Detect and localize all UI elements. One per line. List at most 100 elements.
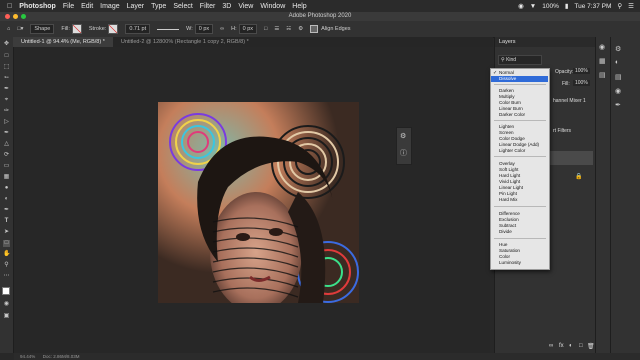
blend-hard-light[interactable]: Hard Light xyxy=(499,173,520,179)
path-operations-icon[interactable]: □ xyxy=(264,26,267,32)
settings-gear-icon[interactable]: ⚙ xyxy=(298,26,303,32)
menu-filter[interactable]: Filter xyxy=(200,3,216,10)
doc-size[interactable]: Doc: 2.86M/8.03M xyxy=(43,354,80,359)
blend-color[interactable]: Color xyxy=(499,254,510,260)
screen-mode-icon[interactable]: ▣ xyxy=(3,313,10,320)
info-icon[interactable]: ⓘ xyxy=(400,148,407,158)
clone-stamp-icon[interactable]: △ xyxy=(3,141,10,148)
opacity-field[interactable]: 100% xyxy=(573,68,590,74)
path-selection-icon[interactable]: ➤ xyxy=(3,229,10,236)
layer-name-channel-mixer[interactable]: hannel Mixer 1 xyxy=(553,98,586,104)
path-alignment-icon[interactable]: ☰ xyxy=(274,26,279,32)
menu-image[interactable]: Image xyxy=(100,3,119,10)
tab-untitled-2[interactable]: Untitled-2 @ 12800% (Rectangle 1 copy 2,… xyxy=(113,37,257,47)
pen-tool-icon[interactable]: ✒ xyxy=(3,207,10,214)
blend-lighter-color[interactable]: Lighter Color xyxy=(499,148,525,154)
hand-tool-icon[interactable]: ✋ xyxy=(3,251,10,258)
lasso-tool-icon[interactable]: ➳ xyxy=(3,75,10,82)
menu-3d[interactable]: 3D xyxy=(222,3,231,10)
link-layers-icon[interactable]: ∞ xyxy=(549,343,553,349)
kind-filter-select[interactable]: ⚲ Kind xyxy=(498,55,542,65)
blend-hue[interactable]: Hue xyxy=(499,242,507,248)
menu-layer[interactable]: Layer xyxy=(127,3,145,10)
zoom-window-button[interactable] xyxy=(21,14,26,19)
blend-color-dodge[interactable]: Color Dodge xyxy=(499,136,525,142)
layer-name-smart-filters[interactable]: rt Filters xyxy=(553,128,571,134)
menu-file[interactable]: File xyxy=(63,3,74,10)
eyedropper-tool-icon[interactable]: ✑ xyxy=(3,108,10,115)
healing-brush-icon[interactable]: ▷ xyxy=(3,119,10,126)
record-icon[interactable]: ◉ xyxy=(518,2,524,10)
blend-color-burn[interactable]: Color Burn xyxy=(499,100,521,106)
swatches-panel-icon[interactable]: ▦ xyxy=(599,57,606,65)
adjustments-icon[interactable]: ◐ xyxy=(615,59,619,66)
blend-pin-light[interactable]: Pin Light xyxy=(499,191,517,197)
selected-layer-row[interactable] xyxy=(548,151,593,165)
properties-icon[interactable]: ⚙ xyxy=(615,45,621,53)
wifi-icon[interactable]: ▼ xyxy=(530,3,536,10)
height-field[interactable]: 0 px xyxy=(238,24,258,34)
edit-toolbar-icon[interactable]: ⋯ xyxy=(3,273,10,280)
quick-mask-icon[interactable]: ◉ xyxy=(3,301,10,308)
document-image[interactable] xyxy=(158,102,359,303)
path-arrangement-icon[interactable]: ☵ xyxy=(286,26,291,32)
blend-exclusion[interactable]: Exclusion xyxy=(499,217,519,223)
lock-icon[interactable]: 🔒 xyxy=(575,173,582,180)
blend-luminosity[interactable]: Luminosity xyxy=(499,260,521,266)
type-tool-icon[interactable]: T xyxy=(3,218,10,225)
color-panel-icon[interactable]: ◉ xyxy=(599,43,605,51)
menu-view[interactable]: View xyxy=(238,3,253,10)
align-edges-checkbox[interactable] xyxy=(310,25,319,33)
blend-linear-light[interactable]: Linear Light xyxy=(499,185,523,191)
battery-icon[interactable]: ▮ xyxy=(565,2,569,10)
trash-icon[interactable]: 🗑 xyxy=(587,343,595,350)
blend-screen[interactable]: Screen xyxy=(499,130,514,136)
blend-soft-light[interactable]: Soft Light xyxy=(499,167,518,173)
blur-tool-icon[interactable]: ● xyxy=(3,185,10,192)
tool-preset-icon[interactable]: □▾ xyxy=(17,26,23,32)
apple-icon[interactable]:  xyxy=(7,3,12,10)
history-brush-icon[interactable]: ⟳ xyxy=(3,152,10,159)
marquee-tool-icon[interactable]: ⬚ xyxy=(3,64,10,71)
blend-linear-burn[interactable]: Linear Burn xyxy=(499,106,523,112)
menu-select[interactable]: Select xyxy=(173,3,192,10)
zoom-level[interactable]: 94.44% xyxy=(20,354,35,359)
gradients-panel-icon[interactable]: ▤ xyxy=(599,71,606,79)
width-field[interactable]: 0 px xyxy=(194,24,214,34)
quick-select-tool-icon[interactable]: ✒ xyxy=(3,86,10,93)
crop-tool-icon[interactable]: ⌖ xyxy=(3,97,10,104)
menu-list-icon[interactable]: ☰ xyxy=(628,2,634,10)
link-icon[interactable]: ∞ xyxy=(220,26,224,32)
blend-divide[interactable]: Divide xyxy=(499,229,512,235)
blend-linear-dodge[interactable]: Linear Dodge (Add) xyxy=(499,142,539,148)
blend-overlay[interactable]: Overlay xyxy=(499,161,515,167)
eraser-tool-icon[interactable]: ▭ xyxy=(3,163,10,170)
stroke-swatch[interactable] xyxy=(108,24,119,34)
menu-window[interactable]: Window xyxy=(260,3,285,10)
blend-normal[interactable]: Normal xyxy=(499,70,514,76)
dodge-tool-icon[interactable]: ◐ xyxy=(3,196,10,203)
blend-hard-mix[interactable]: Hard Mix xyxy=(499,197,517,203)
search-icon[interactable]: ⚲ xyxy=(617,2,622,10)
artboard-tool-icon[interactable]: □ xyxy=(3,53,10,60)
menu-app-name[interactable]: Photoshop xyxy=(19,3,56,10)
fx-icon[interactable]: fx xyxy=(559,343,564,349)
libraries-icon[interactable]: ▤ xyxy=(615,73,622,81)
move-tool-icon[interactable]: ✥ xyxy=(3,41,10,48)
blend-difference[interactable]: Difference xyxy=(499,211,520,217)
fill-swatch[interactable] xyxy=(71,24,82,34)
mask-icon[interactable]: ◐ xyxy=(569,343,573,349)
gradient-tool-icon[interactable]: ▦ xyxy=(3,174,10,181)
blend-dissolve[interactable]: Dissolve xyxy=(491,76,548,82)
fill-field[interactable]: 100% xyxy=(573,80,590,86)
tab-untitled-1[interactable]: Untitled-1 @ 94.4% (Me, RGB/8) * xyxy=(13,37,113,47)
channels-icon[interactable]: ◉ xyxy=(615,87,621,95)
blend-lighten[interactable]: Lighten xyxy=(499,124,514,130)
stroke-size-field[interactable]: 0.71 pt xyxy=(125,24,151,34)
minimize-window-button[interactable] xyxy=(13,14,18,19)
menu-edit[interactable]: Edit xyxy=(81,3,93,10)
brush-tool-icon[interactable]: ✒ xyxy=(3,130,10,137)
blend-vivid-light[interactable]: Vivid Light xyxy=(499,179,520,185)
blend-multiply[interactable]: Multiply xyxy=(499,94,515,100)
blend-saturation[interactable]: Saturation xyxy=(499,248,520,254)
